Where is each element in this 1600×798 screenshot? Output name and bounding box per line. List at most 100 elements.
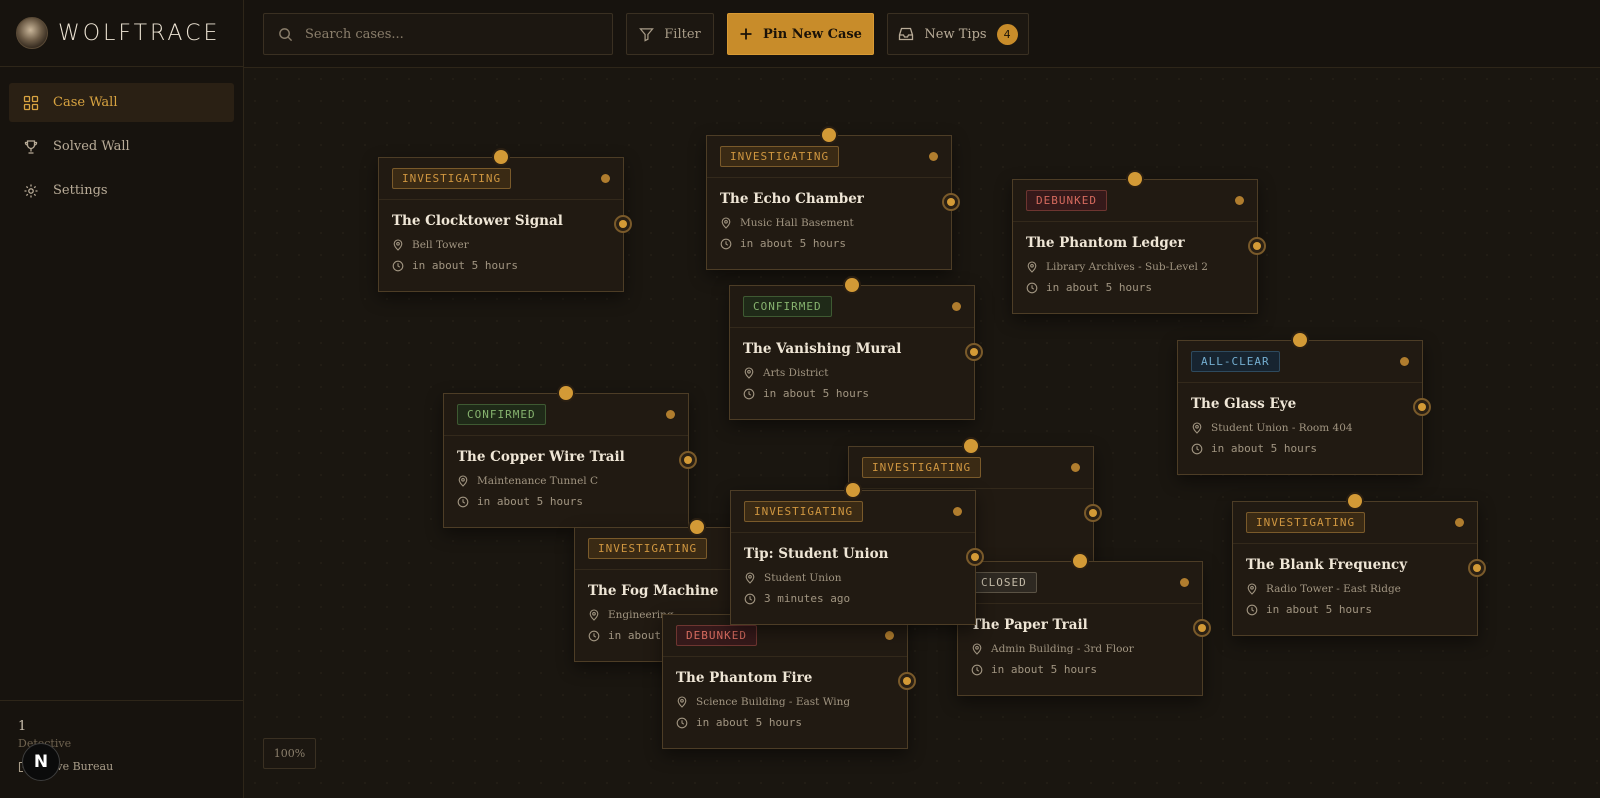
case-location: Library Archives - Sub-Level 2	[1026, 256, 1244, 277]
status-dot-icon	[953, 507, 962, 516]
connection-pin-icon[interactable]	[822, 128, 836, 142]
connection-pin-icon[interactable]	[1073, 554, 1087, 568]
card-header: CONFIRMED	[444, 394, 688, 436]
clock-icon	[1191, 443, 1203, 454]
location-text: Science Building - East Wing	[696, 695, 851, 708]
filter-button[interactable]: Filter	[626, 13, 714, 55]
card-body: The Clocktower Signal Bell Tower in about …	[379, 200, 623, 276]
case-time: in about 5 hours	[392, 255, 610, 276]
sidebar-item-label: Solved Wall	[53, 139, 130, 154]
clock-icon	[743, 388, 755, 399]
connector-handle-icon[interactable]	[965, 343, 983, 361]
case-card[interactable]: CLOSED The Paper Trail Admin Building - 3r…	[957, 554, 1211, 696]
card-header: INVESTIGATING	[1233, 502, 1477, 544]
case-card[interactable]: DEBUNKED The Phantom Fire Science Building…	[662, 607, 916, 749]
connector-handle-icon[interactable]	[1413, 398, 1431, 416]
case-card[interactable]: INVESTIGATING The Blank Frequency Radio To…	[1232, 494, 1486, 636]
connector-handle-icon[interactable]	[1084, 504, 1102, 522]
connector-handle-icon[interactable]	[1248, 237, 1266, 255]
case-title: The Phantom Ledger	[1026, 235, 1185, 251]
map-pin-icon	[458, 474, 468, 487]
status-dot-icon	[929, 152, 938, 161]
connector-handle-icon[interactable]	[1468, 559, 1486, 577]
connector-handle-icon[interactable]	[898, 672, 916, 690]
search-input[interactable]	[305, 26, 595, 42]
card-body: The Paper Trail Admin Building - 3rd Floo…	[958, 604, 1202, 680]
card-body: The Vanishing Mural Arts District in about…	[730, 328, 974, 404]
filter-icon	[639, 27, 655, 42]
connector-handle-icon[interactable]	[679, 451, 697, 469]
connection-pin-icon[interactable]	[1128, 172, 1142, 186]
time-text: in about 5 hours	[1046, 281, 1152, 294]
sidebar-item-settings[interactable]: Settings	[9, 171, 234, 210]
clock-icon	[588, 630, 600, 641]
case-time: in about 5 hours	[676, 712, 894, 733]
map-pin-icon	[744, 366, 754, 379]
connection-pin-icon[interactable]	[690, 520, 704, 534]
card-header: INVESTIGATING	[849, 447, 1093, 489]
status-dot-icon	[1071, 463, 1080, 472]
card-body: The Phantom Ledger Library Archives - Sub…	[1013, 222, 1257, 298]
connection-pin-icon[interactable]	[845, 278, 859, 292]
location-text: Student Union	[764, 571, 842, 584]
connection-pin-icon[interactable]	[1348, 494, 1362, 508]
status-badge: DEBUNKED	[676, 625, 757, 646]
sidebar-item-solved-wall[interactable]: Solved Wall	[9, 127, 234, 166]
case-card[interactable]: INVESTIGATING The Echo Chamber Music Hall …	[706, 128, 960, 270]
card-header: CLOSED	[958, 562, 1202, 604]
case-card[interactable]: INVESTIGATING The Clocktower Signal Bell T…	[378, 150, 632, 292]
case-card[interactable]: CONFIRMED The Copper Wire Trail Maintenanc…	[443, 386, 697, 528]
time-text: in about 5 hours	[763, 387, 869, 400]
card-body: The Glass Eye Student Union - Room 404 in …	[1178, 383, 1422, 459]
case-title: The Phantom Fire	[676, 670, 813, 686]
time-text: in about 5 hours	[412, 259, 518, 272]
status-dot-icon	[952, 302, 961, 311]
connector-handle-icon[interactable]	[1193, 619, 1211, 637]
time-text: in about 5 hours	[740, 237, 846, 250]
case-card[interactable]: DEBUNKED The Phantom Ledger Library Archiv…	[1012, 172, 1266, 314]
status-badge: INVESTIGATING	[862, 457, 982, 478]
case-wall-canvas[interactable]: 100% INVESTIGATING The Clocktower Signal B…	[244, 68, 1600, 798]
case-title: The Clocktower Signal	[392, 213, 563, 229]
map-pin-icon	[677, 695, 687, 708]
location-text: Library Archives - Sub-Level 2	[1046, 260, 1208, 273]
clock-icon	[1246, 604, 1258, 615]
case-card[interactable]: INVESTIGATING Tip: Student Union Student U…	[730, 483, 984, 625]
clock-icon	[744, 593, 756, 604]
case-card[interactable]: CONFIRMED The Vanishing Mural Arts Distric…	[729, 278, 983, 420]
case-location: Science Building - East Wing	[676, 691, 894, 712]
case-time: in about 5 hours	[1246, 599, 1464, 620]
clock-icon	[971, 664, 983, 675]
pin-new-case-button[interactable]: Pin New Case	[727, 13, 874, 55]
user-count: 1	[18, 719, 27, 734]
connection-pin-icon[interactable]	[559, 386, 573, 400]
wolf-logo-icon	[16, 17, 48, 49]
connection-pin-icon[interactable]	[964, 439, 978, 453]
case-card[interactable]: ALL-CLEAR The Glass Eye Student Union - Ro…	[1177, 333, 1431, 475]
card-body: The Blank Frequency Radio Tower - East Ri…	[1233, 544, 1477, 620]
case-location: Music Hall Basement	[720, 212, 938, 233]
case-time: in about 5 hours	[1191, 438, 1409, 459]
card-header: ALL-CLEAR	[1178, 341, 1422, 383]
new-tips-button[interactable]: New Tips 4	[887, 13, 1029, 55]
card-header: INVESTIGATING	[707, 136, 951, 178]
filter-label: Filter	[664, 26, 701, 42]
connection-pin-icon[interactable]	[494, 150, 508, 164]
connector-handle-icon[interactable]	[966, 548, 984, 566]
location-text: Arts District	[763, 366, 829, 379]
zoom-level[interactable]: 100%	[263, 738, 316, 769]
sidebar-item-case-wall[interactable]: Case Wall	[9, 83, 234, 122]
search-box[interactable]	[263, 13, 613, 55]
sidebar: WOLFTRACE Case Wall Solved Wall Settings…	[0, 0, 244, 798]
case-title: Tip: Student Union	[744, 546, 889, 562]
case-title: The Blank Frequency	[1246, 557, 1408, 573]
connection-pin-icon[interactable]	[1293, 333, 1307, 347]
next-dev-indicator[interactable]: N	[22, 743, 60, 781]
card-header: INVESTIGATING	[379, 158, 623, 200]
card-body: The Copper Wire Trail Maintenance Tunnel …	[444, 436, 688, 512]
connection-pin-icon[interactable]	[846, 483, 860, 497]
connector-handle-icon[interactable]	[942, 193, 960, 211]
time-text: in about 5 hours	[696, 716, 802, 729]
connector-handle-icon[interactable]	[614, 215, 632, 233]
status-badge: INVESTIGATING	[588, 538, 708, 559]
